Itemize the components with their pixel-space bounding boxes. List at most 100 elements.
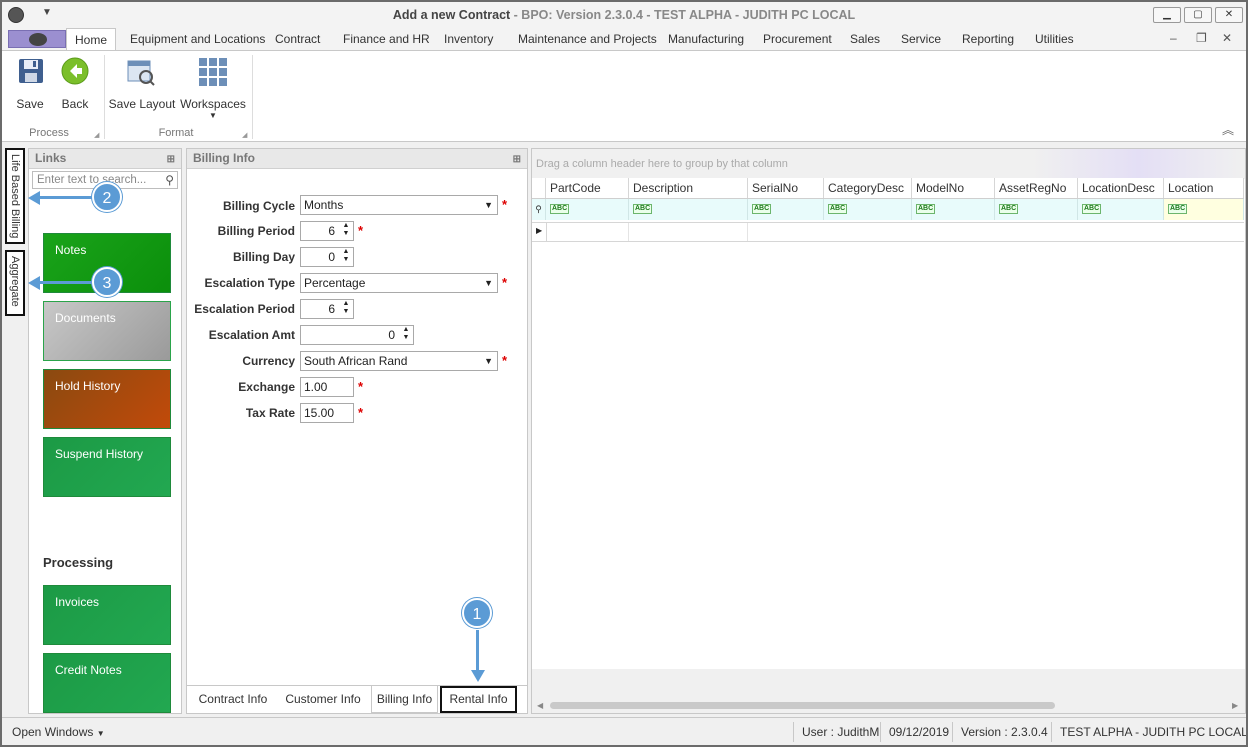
abc-filter-icon: ABC [916,204,936,214]
save-layout-label: Save Layout [108,97,176,111]
row-indicator-header [532,178,546,198]
exchange-input[interactable]: 1.00 [300,377,354,397]
ribbon-tab-bar: Home Equipment and Locations Contract Fi… [2,28,1246,50]
billing-cycle-select[interactable]: Months ▼ [300,195,498,215]
app-window: ▼ Add a new Contract - BPO: Version 2.3.… [0,0,1248,747]
filter-cell-categorydesc[interactable]: ABC [824,199,912,220]
collapse-ribbon-icon[interactable]: ︽ [1222,121,1234,138]
required-indicator: * [502,197,508,212]
spin-arrows-icon[interactable]: ▲ ▼ [341,222,351,238]
column-header-modelno[interactable]: ModelNo [912,178,995,198]
row-divider [546,223,547,241]
open-windows-button[interactable]: Open Windows ▼ [12,725,105,739]
column-header-partcode[interactable]: PartCode [546,178,629,198]
tab-sales[interactable]: Sales [850,28,880,50]
tab-equipment-and-locations[interactable]: Equipment and Locations [130,28,265,50]
documents-tile[interactable]: Documents [43,301,171,361]
pin-icon[interactable]: ⊞ [513,150,521,169]
filter-cell-description[interactable]: ABC [629,199,748,220]
minimize-window-button[interactable]: ▁ [1153,7,1181,23]
process-group-expand-icon[interactable]: ◢ [94,131,99,139]
tab-contract-info[interactable]: Contract Info [192,686,274,713]
tab-reporting[interactable]: Reporting [962,28,1014,50]
tax-rate-label: Tax Rate [245,406,295,420]
currency-label: Currency [242,354,295,368]
application-menu-button[interactable] [8,30,66,48]
tab-rental-info[interactable]: Rental Info [440,686,517,713]
title-bar: ▼ Add a new Contract - BPO: Version 2.3.… [2,2,1246,28]
currency-select[interactable]: South African Rand ▼ [300,351,498,371]
suspend-history-tile-label: Suspend History [55,447,144,461]
window-title-main: Add a new Contract [392,8,511,22]
pin-icon[interactable]: ⊞ [167,150,175,169]
filter-cell-serialno[interactable]: ABC [748,199,824,220]
credit-notes-tile[interactable]: Credit Notes [43,653,171,713]
tab-home[interactable]: Home [66,28,117,50]
column-header-categorydesc[interactable]: CategoryDesc [824,178,912,198]
scroll-right-icon[interactable]: ▶ [1232,701,1238,710]
back-button[interactable]: Back [55,55,95,113]
tab-life-based-billing[interactable]: Life Based Billing [5,148,25,244]
billing-panel-title: Billing Info [193,151,255,165]
save-button[interactable]: Save [10,55,50,113]
filter-cell-location[interactable]: ABC [1164,199,1244,220]
spin-arrows-icon[interactable]: ▲ ▼ [341,300,351,316]
tab-contract[interactable]: Contract [275,28,320,50]
escalation-amt-label: Escalation Amt [208,328,295,342]
callout-2-arrow [37,196,94,199]
column-header-location[interactable]: Location [1164,178,1244,198]
filter-cell-modelno[interactable]: ABC [912,199,995,220]
maximize-window-button[interactable]: ▢ [1184,7,1212,23]
tab-maintenance-and-projects[interactable]: Maintenance and Projects [518,28,657,50]
mdi-restore-icon[interactable]: ❐ [1196,31,1207,45]
column-header-assetregno[interactable]: AssetRegNo [995,178,1078,198]
status-environment: TEST ALPHA - JUDITH PC LOCAL [1060,725,1248,739]
billing-period-label: Billing Period [217,224,295,238]
save-layout-button[interactable]: Save Layout [108,55,176,113]
scroll-left-icon[interactable]: ◀ [537,701,543,710]
invoices-tile[interactable]: Invoices [43,585,171,645]
callout-badge-3: 3 [92,267,122,297]
tab-utilities[interactable]: Utilities [1035,28,1074,50]
filter-cell-locationdesc[interactable]: ABC [1078,199,1164,220]
format-group-expand-icon[interactable]: ◢ [242,131,247,139]
ribbon-separator [252,55,253,139]
new-item-row[interactable]: ▶ [532,222,1244,242]
tab-billing-info[interactable]: Billing Info [371,686,438,713]
filter-cell-partcode[interactable]: ABC [546,199,629,220]
tab-customer-info[interactable]: Customer Info [280,686,366,713]
tab-inventory[interactable]: Inventory [444,28,493,50]
horizontal-scrollbar[interactable]: ◀ ▶ [532,699,1245,713]
workspaces-label: Workspaces [180,97,246,111]
column-header-description[interactable]: Description [629,178,748,198]
column-header-serialno[interactable]: SerialNo [748,178,824,198]
links-title: Links [35,151,67,165]
callout-3-arrowhead [28,276,40,290]
scrollbar-thumb[interactable] [550,702,1055,709]
tab-aggregate[interactable]: Aggregate [5,250,25,316]
mdi-minimize-icon[interactable]: – [1170,31,1177,45]
suspend-history-tile[interactable]: Suspend History [43,437,171,497]
tab-procurement[interactable]: Procurement [763,28,832,50]
tax-rate-input[interactable]: 15.00 [300,403,354,423]
tab-service[interactable]: Service [901,28,941,50]
spin-arrows-icon[interactable]: ▲ ▼ [341,248,351,264]
escalation-type-select[interactable]: Percentage ▼ [300,273,498,293]
process-group-label: Process [29,127,69,139]
billing-day-stepper[interactable]: 0 ▲ ▼ [300,247,354,267]
spin-arrows-icon[interactable]: ▲ ▼ [401,326,411,342]
close-window-button[interactable]: ✕ [1215,7,1243,23]
workspaces-button[interactable]: Workspaces ▼ [180,55,246,121]
column-header-locationdesc[interactable]: LocationDesc [1078,178,1164,198]
required-indicator: * [502,275,508,290]
chevron-down-icon: ▼ [484,356,493,366]
escalation-amt-stepper[interactable]: 0 ▲ ▼ [300,325,414,345]
tab-manufacturing[interactable]: Manufacturing [668,28,744,50]
mdi-close-icon[interactable]: ✕ [1222,31,1232,45]
tab-finance-and-hr[interactable]: Finance and HR [343,28,430,50]
hold-history-tile[interactable]: Hold History [43,369,171,429]
billing-period-stepper[interactable]: 6 ▲ ▼ [300,221,354,241]
filter-cell-assetregno[interactable]: ABC [995,199,1078,220]
escalation-period-stepper[interactable]: 6 ▲ ▼ [300,299,354,319]
open-windows-label: Open Windows [12,725,94,739]
